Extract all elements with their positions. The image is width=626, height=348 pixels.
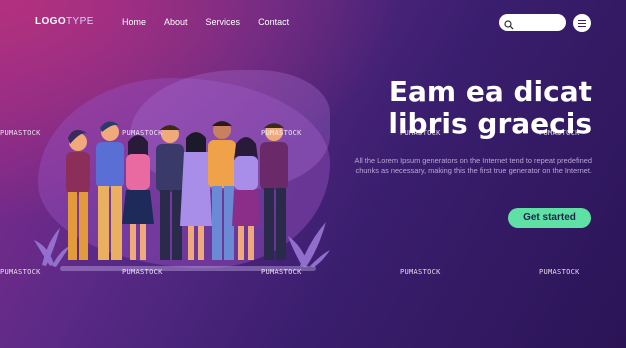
watermark: PUMASTOCK (261, 268, 302, 276)
person-3 (122, 135, 154, 260)
logo[interactable]: LOGOTYPE (35, 16, 94, 27)
watermark: PUMASTOCK (400, 129, 441, 137)
person-2 (96, 121, 124, 260)
watermark: PUMASTOCK (122, 268, 163, 276)
get-started-button[interactable]: Get started (508, 208, 591, 228)
hamburger-menu-icon[interactable] (573, 14, 591, 32)
logo-light: TYPE (66, 16, 94, 27)
search-input[interactable] (499, 14, 566, 31)
watermark: PUMASTOCK (539, 129, 580, 137)
plant-left (34, 228, 70, 267)
nav-services[interactable]: Services (206, 17, 241, 27)
nav-about[interactable]: About (164, 17, 188, 27)
person-8 (260, 123, 288, 260)
person-4 (156, 125, 184, 260)
team-illustration (34, 121, 330, 267)
watermark: PUMASTOCK (400, 268, 441, 276)
watermark: PUMASTOCK (0, 268, 41, 276)
search-icon (504, 17, 514, 35)
person-1 (66, 129, 90, 260)
main-nav: Home About Services Contact (122, 17, 289, 27)
person-7 (232, 137, 260, 260)
logo-bold: LOGO (35, 16, 67, 27)
plant-right (288, 222, 330, 267)
hero-body: All the Lorem Ipsum generators on the In… (354, 156, 592, 175)
person-6 (208, 121, 236, 260)
nav-contact[interactable]: Contact (258, 17, 289, 27)
watermark: PUMASTOCK (122, 129, 163, 137)
watermark: PUMASTOCK (539, 268, 580, 276)
person-5 (180, 132, 212, 260)
watermark: PUMASTOCK (0, 129, 41, 137)
nav-home[interactable]: Home (122, 17, 146, 27)
watermark: PUMASTOCK (261, 129, 302, 137)
